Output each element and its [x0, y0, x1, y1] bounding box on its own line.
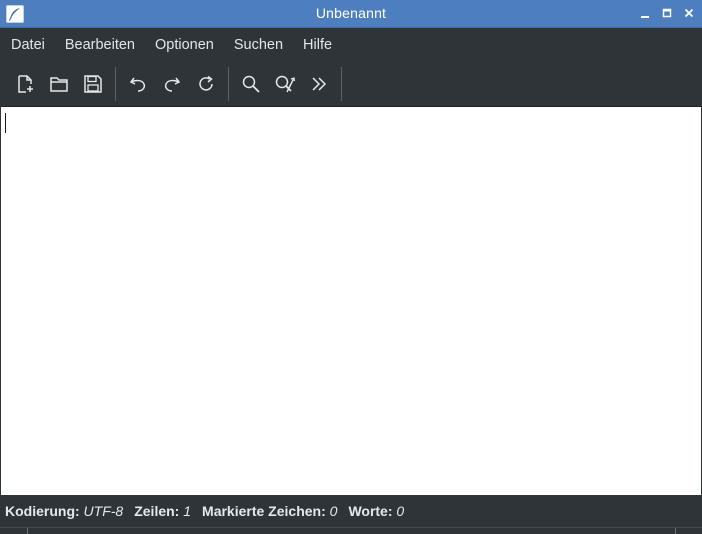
status-encoding: Kodierung: UTF-8 — [5, 503, 123, 519]
reload-button[interactable] — [189, 67, 223, 101]
words-value: 0 — [396, 503, 405, 519]
text-cursor — [5, 113, 6, 133]
menu-optionen[interactable]: Optionen — [145, 30, 224, 60]
title-bar[interactable]: Unbenannt — [0, 0, 702, 28]
encoding-label: Kodierung: — [5, 503, 80, 519]
menu-hilfe[interactable]: Hilfe — [293, 30, 342, 60]
reload-icon — [199, 75, 213, 91]
resize-grip-left[interactable] — [27, 528, 28, 534]
redo-button[interactable] — [155, 67, 189, 101]
encoding-value: UTF-8 — [83, 503, 124, 519]
save-file-button[interactable] — [76, 67, 110, 101]
menu-suchen[interactable]: Suchen — [224, 30, 293, 60]
status-lines: Zeilen: 1 — [134, 503, 191, 519]
window-title: Unbenannt — [315, 5, 387, 21]
editor-window: Unbenannt Datei Bearbeiten Optionen Such… — [0, 0, 702, 534]
status-bar: Kodierung: UTF-8 Zeilen: 1 Markierte Zei… — [0, 495, 702, 527]
close-icon[interactable] — [680, 4, 698, 22]
double-chevron-right-icon — [312, 77, 327, 91]
undo-icon — [129, 77, 146, 92]
find-button[interactable] — [234, 67, 268, 101]
undo-button[interactable] — [121, 67, 155, 101]
window-bottom-edge — [0, 527, 702, 534]
toolbar — [0, 62, 702, 106]
redo-icon — [164, 77, 181, 92]
minimize-icon[interactable] — [636, 4, 654, 22]
text-editor-area[interactable] — [1, 106, 701, 495]
menu-bearbeiten[interactable]: Bearbeiten — [55, 30, 145, 60]
jump-to-line-button[interactable] — [302, 67, 336, 101]
folder-icon — [50, 77, 68, 92]
lines-value: 1 — [183, 503, 192, 519]
new-file-button[interactable] — [8, 67, 42, 101]
search-icon — [242, 75, 260, 93]
status-words: Worte: 0 — [348, 503, 404, 519]
status-selected-chars: Markierte Zeichen: 0 — [202, 503, 337, 519]
selected-chars-value: 0 — [329, 503, 338, 519]
words-label: Worte: — [348, 503, 393, 519]
replace-button[interactable] — [268, 67, 302, 101]
toolbar-separator — [341, 67, 342, 101]
menu-bar: Datei Bearbeiten Optionen Suchen Hilfe — [0, 28, 702, 62]
toolbar-separator — [115, 67, 116, 101]
floppy-disk-icon — [84, 75, 102, 93]
maximize-icon[interactable] — [658, 4, 676, 22]
lines-label: Zeilen: — [134, 503, 180, 519]
search-replace-icon — [275, 75, 296, 93]
menu-datei[interactable]: Datei — [1, 30, 55, 60]
resize-grip-right[interactable] — [675, 528, 676, 534]
selected-chars-label: Markierte Zeichen: — [202, 503, 326, 519]
new-file-icon — [18, 75, 33, 93]
open-file-button[interactable] — [42, 67, 76, 101]
toolbar-separator — [228, 67, 229, 101]
